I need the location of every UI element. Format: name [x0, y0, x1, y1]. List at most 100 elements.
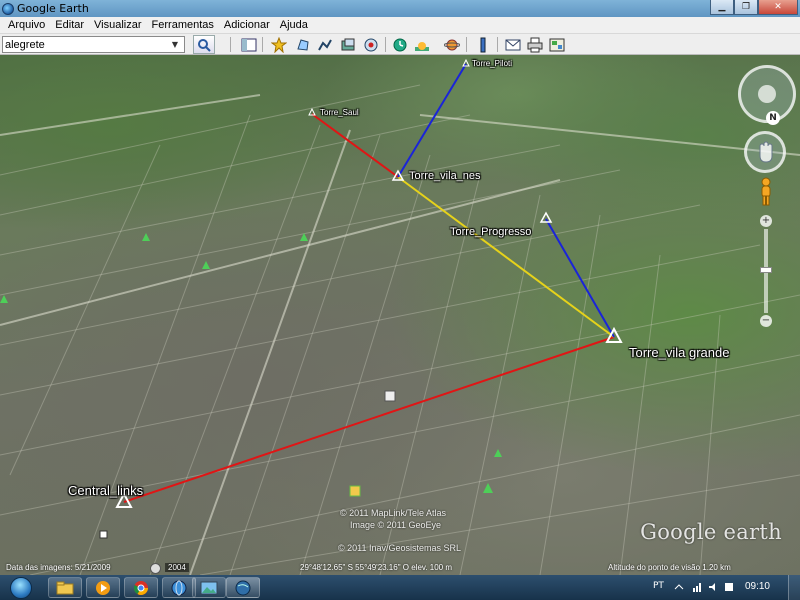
toolbar-separator [230, 37, 231, 52]
restore-button[interactable]: ❐ [734, 0, 758, 15]
globe-icon [171, 580, 187, 595]
placemark-label[interactable]: Central_links [68, 483, 143, 498]
ruler-button[interactable] [472, 35, 493, 54]
search-button[interactable] [193, 35, 215, 54]
minimize-button[interactable]: ▁ [710, 0, 734, 15]
menu-adicionar[interactable]: Adicionar [219, 19, 275, 31]
add-path-icon [317, 39, 332, 50]
link-line-blue [545, 218, 615, 338]
taskbar-media-player[interactable] [86, 577, 120, 598]
copyright-text: © 2011 MapLink/Tele Atlas [340, 508, 447, 518]
windows-orb-icon [10, 576, 32, 599]
north-button[interactable]: N [766, 111, 780, 125]
taskbar-web[interactable] [162, 577, 196, 598]
action-center-icon[interactable] [724, 582, 734, 592]
add-path-button[interactable] [314, 35, 335, 54]
sunlight-button[interactable] [411, 35, 432, 54]
start-button[interactable] [4, 575, 38, 600]
link-line-blue [397, 63, 467, 178]
add-polygon-button[interactable] [292, 35, 313, 54]
landmark-icon [384, 390, 396, 402]
view-in-maps-icon [549, 38, 564, 51]
park-markers [0, 233, 502, 493]
add-overlay-icon [341, 38, 354, 50]
volume-icon[interactable] [708, 582, 718, 592]
magnifier-icon [198, 38, 211, 52]
google-earth-icon [235, 580, 251, 595]
system-tray: PT 09:10 [610, 575, 800, 600]
placemark-label[interactable]: Torre_Piloti [472, 59, 512, 68]
menu-ajuda[interactable]: Ajuda [275, 19, 313, 31]
window-controls: ▁ ❐ ✕ [710, 0, 798, 16]
imagery-date: Data das imagens: 5/21/2009 [6, 563, 111, 572]
add-placemark-button[interactable] [268, 35, 289, 54]
ruler-icon [480, 37, 485, 52]
add-placemark-icon [270, 36, 287, 53]
pointer-coordinates: 29°48'12.65" S 55°49'23.16" O elev. 100 … [300, 563, 452, 572]
zoom-in-button[interactable]: + [760, 215, 772, 227]
map-view[interactable]: Central_links Torre_vila grande Torre_vi… [0, 55, 800, 575]
placemark-label[interactable]: Torre_vila grande [629, 345, 729, 360]
print-icon [527, 37, 542, 52]
chrome-icon [133, 580, 148, 595]
poi-icon [99, 530, 108, 539]
email-button[interactable] [502, 35, 523, 54]
school-icon [349, 485, 361, 497]
menu-editar[interactable]: Editar [50, 19, 89, 31]
show-desktop-button[interactable] [788, 575, 800, 600]
clock[interactable]: 09:10 [745, 581, 770, 592]
media-player-icon [96, 580, 110, 595]
google-earth-icon [2, 2, 14, 15]
menu-bar: Arquivo Editar Visualizar Ferramentas Ad… [0, 17, 800, 34]
menu-visualizar[interactable]: Visualizar [89, 19, 147, 31]
zoom-slider[interactable]: + − [760, 215, 772, 327]
placemark-label[interactable]: Torre_vila_nes [409, 170, 481, 182]
status-bar: Data das imagens: 5/21/2009 2004 29°48'1… [0, 563, 800, 575]
chevron-up-icon[interactable] [674, 582, 684, 592]
network-icon[interactable] [692, 582, 702, 592]
print-button[interactable] [524, 35, 545, 54]
toolbar-separator [262, 37, 263, 52]
zoom-out-button[interactable]: − [760, 315, 772, 327]
placemark-label[interactable]: Torre_Saul [320, 108, 359, 117]
record-tour-button[interactable] [360, 35, 381, 54]
sidebar-toggle-icon [241, 38, 256, 51]
move-control[interactable] [744, 131, 786, 173]
add-overlay-button[interactable] [337, 35, 358, 54]
view-in-maps-button[interactable] [546, 35, 567, 54]
toolbar-separator [497, 37, 498, 52]
search-input[interactable] [3, 38, 168, 51]
eye-icon [758, 85, 776, 103]
close-icon: ✕ [774, 2, 782, 12]
link-line-red [123, 336, 615, 503]
sunlight-icon [414, 41, 429, 51]
planets-button[interactable] [441, 35, 462, 54]
menu-arquivo[interactable]: Arquivo [3, 19, 50, 31]
street-view-pegman-icon[interactable] [758, 177, 774, 207]
language-indicator[interactable]: PT [653, 581, 664, 591]
zoom-knob[interactable] [760, 267, 772, 273]
historical-imagery-button[interactable] [389, 35, 410, 54]
taskbar-chrome[interactable] [124, 577, 158, 598]
minimize-icon: ▁ [718, 2, 726, 12]
menu-ferramentas[interactable]: Ferramentas [147, 19, 219, 31]
placemark-label[interactable]: Torre_Progresso [450, 226, 531, 238]
historical-imagery-icon[interactable] [150, 563, 161, 574]
photo-viewer-icon [200, 581, 218, 594]
toolbar: ▼ [0, 34, 800, 55]
taskbar: PT 09:10 [0, 575, 800, 600]
link-line-yellow [397, 176, 615, 338]
folder-icon [56, 581, 74, 594]
taskbar-photo-viewer[interactable] [192, 577, 226, 598]
chevron-down-icon[interactable]: ▼ [168, 40, 182, 49]
copyright-text: Image © 2011 GeoEye [350, 520, 442, 530]
planets-icon [443, 39, 460, 50]
add-polygon-icon [296, 38, 309, 51]
taskbar-google-earth[interactable] [226, 577, 260, 598]
window-title: Google Earth [17, 2, 89, 15]
taskbar-folder[interactable] [48, 577, 82, 598]
close-button[interactable]: ✕ [758, 0, 798, 15]
sidebar-toggle-button[interactable] [238, 35, 259, 54]
search-box: ▼ [2, 36, 185, 53]
eye-altitude: Altitude do ponto de visão 1.20 km [608, 563, 731, 572]
